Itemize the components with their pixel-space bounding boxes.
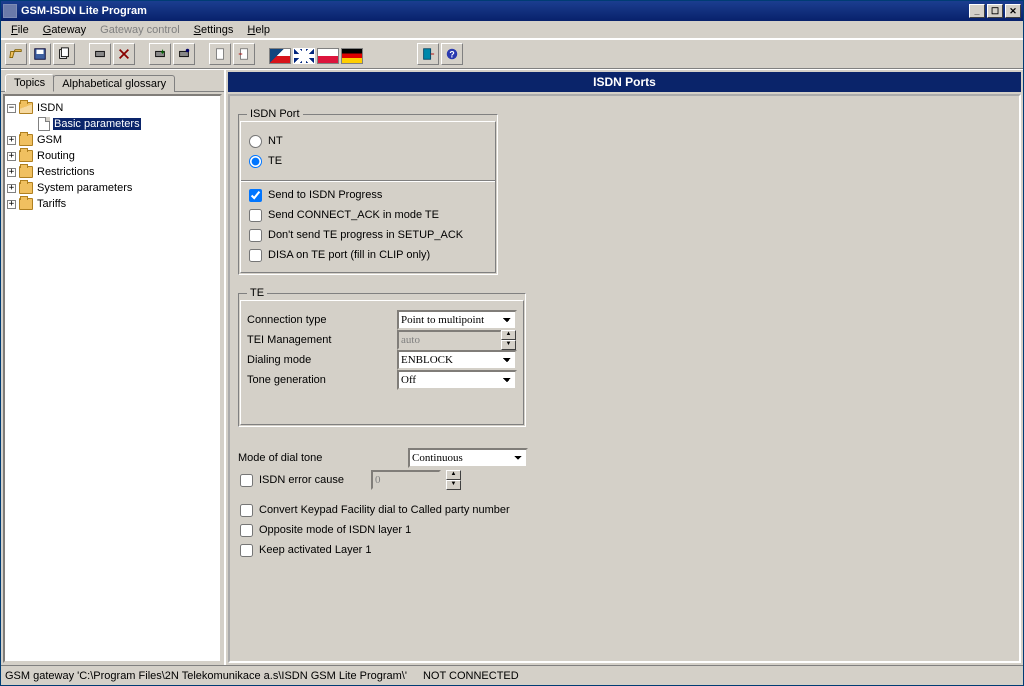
folder-icon [19,150,33,162]
tree-system-params[interactable]: +System parameters [7,180,218,196]
flag-czech-icon[interactable] [269,48,291,64]
right-pane: ISDN Ports ISDN Port NT TE Send to ISDN … [226,70,1023,665]
open-button[interactable] [5,43,27,65]
folder-open-icon [19,102,33,114]
topic-tree[interactable]: −ISDN Basic parameters +GSM +Routing +Re… [3,94,222,663]
label-connect-ack: Send CONNECT_ACK in mode TE [268,209,439,221]
form-area: ISDN Port NT TE Send to ISDN Progress Se… [228,94,1021,663]
label-conn-type: Connection type [247,314,397,326]
flag-poland-icon[interactable] [317,48,339,64]
tab-glossary[interactable]: Alphabetical glossary [53,75,175,92]
nav-tabs: Topics Alphabetical glossary [1,70,224,92]
menu-gateway-control: Gateway control [94,23,185,37]
close-button[interactable]: ✕ [1005,4,1021,18]
label-dialing: Dialing mode [247,354,397,366]
input-error-cause [371,470,441,490]
combo-tone[interactable]: Off [397,370,517,390]
check-disa[interactable] [249,249,262,262]
tree-isdn-basic[interactable]: Basic parameters [7,116,218,132]
tree-restrictions[interactable]: +Restrictions [7,164,218,180]
main-window: GSM-ISDN Lite Program _ ☐ ✕ File Gateway… [0,0,1024,686]
help-button[interactable]: ? [441,43,463,65]
folder-icon [19,134,33,146]
radio-nt[interactable] [249,135,262,148]
label-opposite-mode: Opposite mode of ISDN layer 1 [259,524,411,536]
label-disa: DISA on TE port (fill in CLIP only) [268,249,430,261]
group-te: TE Connection type Point to multipoint T… [238,287,526,427]
spin-error-cause: ▲▼ [446,470,461,490]
legend-isdn-port: ISDN Port [247,108,303,120]
combo-dialing[interactable]: ENBLOCK [397,350,517,370]
label-error-cause: ISDN error cause [259,474,369,486]
status-path: GSM gateway 'C:\Program Files\2N Telekom… [5,670,407,682]
label-nt: NT [268,135,283,147]
legend-te: TE [247,287,267,299]
left-pane: Topics Alphabetical glossary −ISDN Basic… [1,70,226,665]
flag-uk-icon[interactable] [293,48,315,64]
label-keep-layer1: Keep activated Layer 1 [259,544,372,556]
flag-germany-icon[interactable] [341,48,363,64]
page-header: ISDN Ports [228,72,1021,92]
menu-help[interactable]: Help [241,23,276,37]
titlebar: GSM-ISDN Lite Program _ ☐ ✕ [1,1,1023,21]
svg-text:?: ? [449,50,454,60]
tree-isdn[interactable]: −ISDN [7,100,218,116]
check-dont-send-te[interactable] [249,229,262,242]
menu-settings[interactable]: Settings [188,23,240,37]
doc1-button[interactable] [209,43,231,65]
spin-tei: ▲▼ [501,330,516,350]
menubar: File Gateway Gateway control Settings He… [1,21,1023,39]
check-send-progress[interactable] [249,189,262,202]
folder-icon [19,198,33,210]
tree-tariffs[interactable]: +Tariffs [7,196,218,212]
check-connect-ack[interactable] [249,209,262,222]
combo-conn-type[interactable]: Point to multipoint [397,310,517,330]
window-title: GSM-ISDN Lite Program [21,5,969,17]
folder-icon [19,166,33,178]
label-send-progress: Send to ISDN Progress [268,189,382,201]
menu-file[interactable]: File [5,23,35,37]
radio-te[interactable] [249,155,262,168]
status-connection: NOT CONNECTED [423,670,519,682]
app-icon [3,4,17,18]
combo-dial-tone[interactable]: Continuous [408,448,528,468]
check-opposite-mode[interactable] [240,524,253,537]
tree-gsm[interactable]: +GSM [7,132,218,148]
doc2-button[interactable] [233,43,255,65]
tree-routing[interactable]: +Routing [7,148,218,164]
label-tone: Tone generation [247,374,397,386]
disconnect-button[interactable] [113,43,135,65]
group-isdn-port: ISDN Port NT TE Send to ISDN Progress Se… [238,108,498,275]
label-dial-tone: Mode of dial tone [238,452,408,464]
toolbar: ? [1,39,1023,69]
statusbar: GSM gateway 'C:\Program Files\2N Telekom… [1,665,1023,685]
document-icon [38,117,50,131]
menu-gateway[interactable]: Gateway [37,23,92,37]
label-dont-send-te: Don't send TE progress in SETUP_ACK [268,229,463,241]
maximize-button[interactable]: ☐ [987,4,1003,18]
label-te: TE [268,155,282,167]
connect-button[interactable] [89,43,111,65]
check-error-cause[interactable] [240,474,253,487]
upload-button[interactable] [173,43,195,65]
copy-button[interactable] [53,43,75,65]
tab-topics[interactable]: Topics [5,74,54,92]
label-tei: TEI Management [247,334,397,346]
folder-icon [19,182,33,194]
exit-button[interactable] [417,43,439,65]
minimize-button[interactable]: _ [969,4,985,18]
input-tei [397,330,502,350]
save-button[interactable] [29,43,51,65]
check-keep-layer1[interactable] [240,544,253,557]
label-convert-keypad: Convert Keypad Facility dial to Called p… [259,504,510,516]
check-convert-keypad[interactable] [240,504,253,517]
download-button[interactable] [149,43,171,65]
